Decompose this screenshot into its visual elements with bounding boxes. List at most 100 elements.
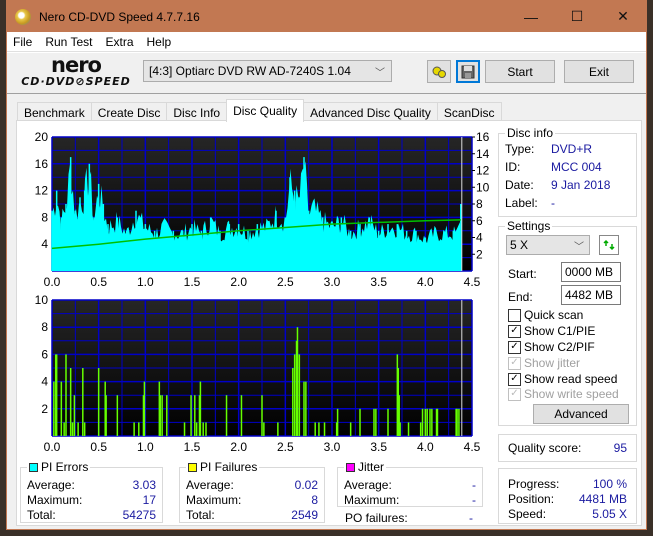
pi-failures-bar [359, 408, 361, 436]
pi-failures-bar [65, 354, 67, 436]
tab-advanced-disc-quality[interactable]: Advanced Disc Quality [303, 102, 438, 122]
checkmark-icon: ✓ [508, 372, 521, 386]
y-tick-label: 8 [41, 320, 48, 334]
exit-button[interactable]: Exit [564, 60, 634, 83]
jitter-max: - [472, 493, 476, 507]
maximize-button[interactable]: ☐ [554, 1, 600, 32]
pi-failures-bar [303, 381, 305, 436]
show-read-label: Show read speed [524, 372, 618, 386]
y-tick-label: 2 [41, 402, 48, 416]
advanced-button[interactable]: Advanced [533, 404, 629, 424]
pi-failures-bar [277, 422, 279, 436]
close-button[interactable]: ✕ [600, 1, 646, 32]
quick-scan-checkbox[interactable]: Quick scan [508, 308, 583, 322]
pi-failures-total-label: Total: [186, 508, 215, 522]
title-bar: Nero CD-DVD Speed 4.7.7.16 — ☐ ✕ [7, 1, 646, 32]
pi-errors-total-label: Total: [27, 508, 56, 522]
pi-failures-bar [240, 395, 243, 436]
logo-speed-text: CD·DVD⊘SPEED [21, 75, 131, 88]
show-c2-checkbox[interactable]: ✓ Show C2/PIF [508, 340, 595, 354]
checkmark-icon: ✓ [508, 340, 521, 354]
jitter-swatch [346, 462, 355, 472]
pi-failures-bar [60, 381, 63, 436]
drive-config-button[interactable] [427, 60, 451, 83]
speed-select[interactable]: 5 X ﹀ [506, 235, 590, 255]
pi-failures-bar [305, 381, 307, 436]
quality-score-label: Quality score: [508, 441, 582, 455]
pi-failures-bar [159, 395, 162, 436]
right-y-tick-label: 2 [476, 247, 483, 261]
show-c1-checkbox[interactable]: ✓ Show C1/PIE [508, 324, 595, 338]
pi-failures-bar [69, 368, 72, 436]
start-input-value: 0000 MB [565, 265, 614, 279]
label-label: Label: [505, 196, 538, 210]
x-tick-label: 4.5 [464, 440, 481, 454]
pi-errors-avg: 3.03 [132, 478, 156, 492]
pi-errors-swatch [29, 462, 38, 472]
right-y-tick-label: 12 [476, 164, 490, 178]
end-label: End: [508, 290, 533, 304]
pi-failures-bar [116, 395, 119, 436]
show-write-label: Show write speed [524, 387, 619, 401]
y-tick-label: 16 [35, 157, 49, 171]
refresh-speed-button[interactable] [599, 235, 619, 255]
x-tick-label: 0.0 [44, 440, 61, 454]
y-tick-label: 4 [41, 237, 48, 251]
menu-help[interactable]: Help [147, 35, 172, 49]
quick-scan-label: Quick scan [524, 308, 584, 322]
checkmark-icon: ✓ [508, 387, 521, 401]
tab-scandisc[interactable]: ScanDisc [436, 102, 502, 122]
drive-select[interactable]: [4:3] Optiarc DVD RW AD-7240S 1.04 ﹀ [143, 60, 392, 82]
position-value: 4481 MB [578, 492, 627, 506]
x-tick-label: 0.5 [90, 440, 107, 454]
pi-errors-max: 17 [142, 493, 156, 507]
pi-failures-bar [194, 395, 196, 436]
pi-failures-bar [73, 395, 76, 436]
pi-failures-bar [426, 408, 428, 436]
tab-benchmark[interactable]: Benchmark [17, 102, 92, 122]
pi-errors-chart: 0.0 0.5 1.0 1.5 2.0 2.5 3.0 3.5 4.0 4.54812162024… [35, 130, 490, 289]
menu-extra[interactable]: Extra [105, 35, 133, 49]
disc-date: 9 Jan 2018 [551, 178, 611, 192]
menu-run-test[interactable]: Run Test [45, 35, 92, 49]
tab-disc-quality[interactable]: Disc Quality [226, 99, 305, 122]
tab-disc-info[interactable]: Disc Info [166, 102, 228, 122]
save-button[interactable] [456, 60, 480, 83]
end-input[interactable]: 4482 MB [561, 285, 621, 305]
menu-file[interactable]: File [13, 35, 32, 49]
x-tick-label: 3.0 [324, 275, 341, 289]
pi-failures-bar [82, 368, 84, 436]
pi-failures-bar [161, 395, 163, 436]
po-failures-value: - [469, 511, 473, 525]
pi-failures-bar [138, 422, 140, 436]
tab-create-disc[interactable]: Create Disc [90, 102, 168, 122]
disc-info-group: Disc info Type: DVD+R ID: MCC 004 Date: … [498, 126, 637, 217]
pi-errors-avg-label: Average: [27, 478, 75, 492]
pi-failures-bar [456, 408, 458, 436]
quality-score-value: 95 [613, 441, 627, 455]
pi-failures-bar [314, 422, 316, 436]
start-button[interactable]: Start [485, 60, 555, 83]
pi-failures-bar [166, 395, 168, 436]
right-y-tick-label: 4 [476, 231, 483, 245]
pi-failures-bar [375, 408, 377, 436]
chevron-down-icon: ﹀ [574, 242, 584, 253]
show-read-speed-checkbox[interactable]: ✓ Show read speed [508, 372, 617, 386]
settings-group: Settings 5 X ﹀ Start: 0000 MB End: 4482 … [498, 219, 637, 426]
jitter-group: Jitter Average: - Maximum: - [337, 460, 483, 507]
pi-failures-bar [293, 354, 296, 436]
quality-score-box: Quality score: 95 [498, 434, 637, 462]
nero-logo: nero CD·DVD⊘SPEED [13, 55, 139, 93]
logo-nero-text: nero [51, 53, 102, 77]
show-jitter-checkbox: ✓ Show jitter [508, 356, 580, 370]
jitter-avg: - [472, 478, 476, 492]
minimize-button[interactable]: — [508, 1, 554, 32]
show-c1-label: Show C1/PIE [524, 324, 596, 338]
pi-failures-bar [71, 422, 74, 436]
pi-failures-bar [429, 408, 431, 436]
id-label: ID: [505, 160, 521, 174]
jitter-title: Jitter [358, 460, 385, 474]
pi-failures-total: 2549 [291, 508, 318, 522]
start-input[interactable]: 0000 MB [561, 262, 621, 282]
right-y-tick-label: 14 [476, 147, 490, 161]
